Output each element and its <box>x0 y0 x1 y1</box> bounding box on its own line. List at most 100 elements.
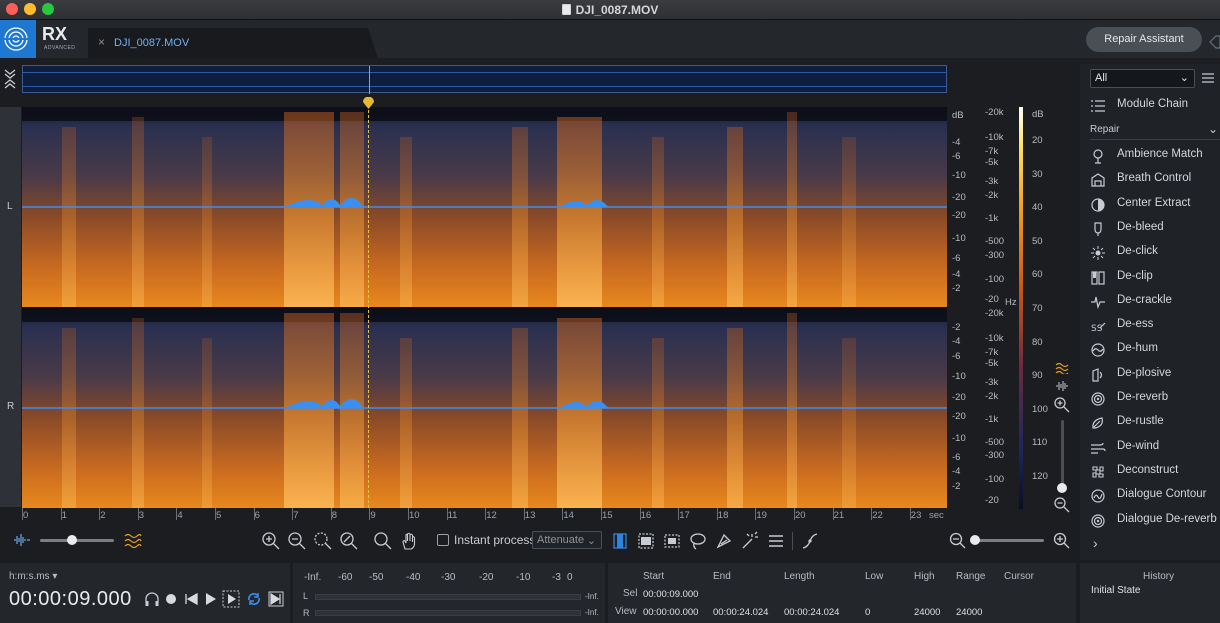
channel-left-label[interactable]: L <box>7 201 13 212</box>
time-tick-mark <box>755 508 757 520</box>
repair-assistant-button[interactable]: Repair Assistant <box>1086 27 1202 52</box>
playhead-marker[interactable] <box>363 97 374 109</box>
zoom-tool-icon[interactable] <box>373 531 393 551</box>
magic-wand-icon[interactable] <box>740 531 760 551</box>
module-item-label: De-ess <box>1117 318 1154 331</box>
horizontal-zoom-slider[interactable] <box>970 539 1044 542</box>
time-format-dropdown[interactable]: h:m:s.ms ▾ <box>9 571 57 582</box>
module-item[interactable]: De-crackle <box>1090 291 1220 315</box>
collapse-overview-icon[interactable] <box>3 68 17 90</box>
brush-tool-icon[interactable] <box>714 531 734 551</box>
range-value[interactable]: 24000 <box>956 607 982 618</box>
instant-process-checkbox[interactable] <box>437 534 449 546</box>
vertical-zoom-knob[interactable] <box>1057 483 1067 493</box>
module-item[interactable]: Breath Control <box>1090 169 1220 193</box>
module-item[interactable]: De-wind <box>1090 437 1220 461</box>
menu-icon[interactable] <box>1201 71 1215 85</box>
module-item[interactable]: De-plosive <box>1090 364 1220 388</box>
high-value[interactable]: 24000 <box>914 607 940 618</box>
zoom-fit-icon[interactable] <box>339 531 359 551</box>
view-end-value[interactable]: 00:00:24.024 <box>713 607 768 618</box>
meter-scale-tick: -Inf. <box>304 572 322 583</box>
history-item[interactable]: Initial State <box>1091 585 1140 596</box>
headphones-icon[interactable] <box>144 591 160 607</box>
play-icon[interactable] <box>205 593 217 605</box>
frequency-selection-tool-icon[interactable] <box>636 531 656 551</box>
range-header: Range <box>956 571 986 582</box>
repair-group-header[interactable]: Repair ⌄ <box>1090 122 1220 140</box>
hand-tool-icon[interactable] <box>399 531 419 551</box>
horizontal-zoom-knob[interactable] <box>970 535 980 545</box>
play-selection-icon[interactable] <box>222 590 240 608</box>
file-tab[interactable]: × DJI_0087.MOV <box>88 28 378 58</box>
module-item[interactable]: Ambience Match <box>1090 145 1220 169</box>
hz-tick: -2k <box>985 391 999 402</box>
module-item[interactable]: Dialogue Contour <box>1090 485 1220 509</box>
hz-tick: -5k <box>985 157 999 168</box>
skip-to-end-icon[interactable] <box>268 591 284 607</box>
db-tick: dB <box>952 110 964 121</box>
close-tab-icon[interactable]: × <box>98 35 105 49</box>
spectral-icon[interactable] <box>1055 362 1071 374</box>
waveform-opacity-icon[interactable] <box>13 533 31 547</box>
file-tab-label[interactable]: DJI_0087.MOV <box>114 37 189 49</box>
timecode-display[interactable]: 00:00:09.000 <box>9 588 132 611</box>
module-item[interactable]: Center Extract <box>1090 194 1220 218</box>
module-item[interactable]: De-hum <box>1090 339 1220 363</box>
more-modules-chevron-icon[interactable]: › <box>1093 535 1098 551</box>
high-header: High <box>914 571 935 582</box>
skip-back-icon[interactable] <box>184 593 198 605</box>
color-scale-bar[interactable] <box>1019 107 1023 509</box>
zoom-to-selection-icon[interactable] <box>313 531 333 551</box>
time-selection-tool-icon[interactable] <box>610 531 630 551</box>
record-icon[interactable] <box>165 593 177 605</box>
spectrogram-right-canvas <box>22 308 947 508</box>
vertical-zoom-track[interactable] <box>1061 420 1064 490</box>
time-tick-mark <box>716 508 718 520</box>
time-tick-label: 21 <box>833 510 845 521</box>
attenuate-dropdown[interactable]: Attenuate ⌄ <box>532 531 602 549</box>
module-item-label: De-wind <box>1117 439 1160 452</box>
view-length-value[interactable]: 00:00:24.024 <box>784 607 839 618</box>
module-item[interactable]: Dialogue De-reverb <box>1090 510 1220 534</box>
view-start-value[interactable]: 00:00:00.000 <box>643 607 698 618</box>
low-value[interactable]: 0 <box>865 607 870 618</box>
time-ruler[interactable]: 0 1 2 3 4 5 6 7 8 9 10 11 12 13 14 15 16 17 18 19 20 21 22 23 se… <box>22 508 947 522</box>
center-extract-icon <box>1091 197 1105 212</box>
module-chain-item[interactable]: Module Chain <box>1090 95 1220 119</box>
waveform-overview[interactable] <box>22 65 947 94</box>
zoom-out-vertical-icon[interactable] <box>1053 496 1071 514</box>
time-tick-mark <box>601 508 602 520</box>
blend-slider-knob[interactable] <box>67 535 77 545</box>
horizontal-zoom-in-icon[interactable] <box>1052 531 1072 551</box>
zoom-in-vertical-icon[interactable] <box>1053 396 1071 414</box>
zoom-in-icon[interactable] <box>261 531 281 551</box>
spectrogram-waveform-blend-slider[interactable] <box>40 539 114 542</box>
loop-icon[interactable] <box>246 591 262 607</box>
module-item[interactable]: SS De-ess <box>1090 315 1220 339</box>
horizontal-zoom-out-icon[interactable] <box>948 531 968 551</box>
db-tick: -10 <box>952 233 966 244</box>
lasso-tool-icon[interactable] <box>688 531 708 551</box>
gain-envelope-icon[interactable] <box>800 531 820 551</box>
module-item[interactable]: Deconstruct <box>1090 461 1220 485</box>
channel-right-label[interactable]: R <box>7 401 14 412</box>
module-item[interactable]: De-click <box>1090 242 1220 266</box>
harmonic-selection-icon[interactable] <box>766 531 786 551</box>
zoom-out-icon[interactable] <box>287 531 307 551</box>
spectrogram-right[interactable] <box>22 308 947 508</box>
spectrogram-opacity-icon[interactable] <box>124 532 142 548</box>
sel-start-value[interactable]: 00:00:09.000 <box>643 589 698 600</box>
module-item[interactable]: De-bleed <box>1090 218 1220 242</box>
izotope-logo[interactable] <box>0 20 36 58</box>
instant-process-label[interactable]: Instant process <box>454 533 535 547</box>
module-item[interactable]: De-rustle <box>1090 412 1220 436</box>
module-filter-dropdown[interactable]: All ⌄ <box>1090 69 1195 88</box>
channel-strip[interactable]: L R <box>0 107 21 507</box>
module-item[interactable]: De-reverb <box>1090 388 1220 412</box>
spectrogram-left[interactable] <box>22 107 947 307</box>
time-frequency-selection-tool-icon[interactable] <box>662 531 682 551</box>
module-item[interactable]: De-clip <box>1090 267 1220 291</box>
tag-icon[interactable] <box>1208 35 1220 49</box>
waveform-icon[interactable] <box>1055 380 1071 392</box>
